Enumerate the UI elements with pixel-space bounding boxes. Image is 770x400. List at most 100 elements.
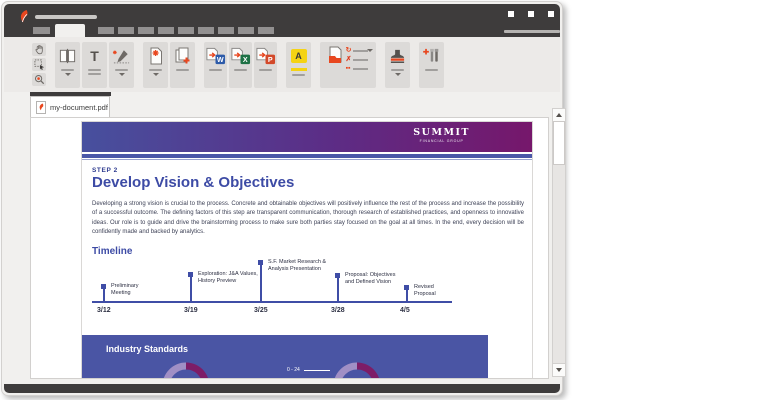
tools-button[interactable] (419, 41, 444, 88)
menu-item-placeholder[interactable] (218, 27, 234, 34)
menu-item-placeholder[interactable] (33, 27, 50, 34)
timeline-milestone-date: 3/12 (97, 307, 111, 314)
document-title: Develop Vision & Objectives (92, 174, 295, 191)
stamp-group (385, 41, 410, 88)
window-control-3[interactable] (548, 11, 554, 17)
menu-item-placeholder[interactable] (238, 27, 254, 34)
toolbar: T W X P A ↻ ✗ ▪▪ (4, 37, 560, 92)
highlight-bar (290, 67, 307, 71)
menu-right-placeholder (504, 30, 560, 33)
hand-tool-button[interactable] (32, 43, 46, 56)
timeline-milestone-label: Proposal: Objectives and Defined Vision (345, 272, 396, 286)
header-stripe (82, 154, 532, 158)
scroll-down-button[interactable] (553, 363, 565, 376)
document-paragraph: Developing a strong vision is crucial to… (92, 201, 524, 235)
pdf-editor-window: T W X P A ↻ ✗ ▪▪ my-document.pdf SUMMIT … (1, 1, 566, 396)
menu-item-placeholder[interactable] (138, 27, 154, 34)
industry-standards-panel: Industry Standards 0 - 24 (82, 335, 488, 378)
page-header-banner: SUMMIT FINANCIAL GROUP (82, 122, 532, 152)
brand-name: SUMMIT (413, 127, 470, 138)
menu-item-placeholder[interactable] (198, 27, 214, 34)
pages-plus-icon (174, 46, 192, 66)
timeline-axis (92, 301, 452, 303)
export-word-button[interactable]: W (204, 41, 227, 88)
legend-line (303, 369, 330, 371)
export-powerpoint-icon: P (255, 46, 276, 66)
menu-item-placeholder[interactable] (178, 27, 194, 34)
pdf-file-icon (36, 100, 46, 114)
create-pdf-button[interactable] (143, 41, 168, 88)
export-powerpoint-button[interactable]: P (254, 41, 277, 88)
timeline-milestone-date: 4/5 (400, 307, 410, 314)
scrollbar-thumb[interactable] (553, 121, 565, 165)
timeline-chart: Preliminary Meeting 3/12 Exploration: J&A… (92, 258, 464, 318)
review-list-icon: ↻ ✗ ▪▪ (346, 47, 369, 72)
svg-text:W: W (217, 55, 224, 63)
menu-item-placeholder[interactable] (158, 27, 174, 34)
page-starburst-icon (147, 46, 165, 66)
highlight-icon: A (290, 48, 307, 63)
select-tool-button[interactable] (32, 58, 46, 71)
window-controls (508, 11, 554, 17)
illustration-canvas: T W X P A ↻ ✗ ▪▪ my-document.pdf SUMMIT … (0, 0, 770, 400)
active-menu-tab[interactable] (55, 24, 85, 37)
page-folder-icon (328, 46, 342, 63)
donut-legend: 0 - 24 (287, 367, 330, 373)
document-viewer: SUMMIT FINANCIAL GROUP STEP 2 Develop Vi… (30, 117, 549, 379)
fill-sign-button[interactable] (109, 41, 134, 88)
donut-chart-left (162, 362, 210, 378)
timeline-milestone-stem (258, 260, 263, 301)
hand-icon (35, 45, 43, 55)
brand-tagline: FINANCIAL GROUP (419, 139, 464, 143)
brand-logo: SUMMIT FINANCIAL GROUP (413, 127, 470, 144)
create-group (143, 41, 195, 88)
window-control-2[interactable] (528, 11, 534, 17)
highlight-group: A (286, 41, 311, 88)
pdf-page: SUMMIT FINANCIAL GROUP STEP 2 Develop Vi… (81, 121, 533, 378)
timeline-milestone-stem (404, 285, 409, 301)
timeline-milestone-label: Revised Proposal (414, 284, 436, 298)
page-view-button[interactable] (55, 41, 80, 88)
view-edit-group: T (55, 41, 134, 88)
content-area: my-document.pdf SUMMIT FINANCIAL GROUP S… (4, 92, 566, 384)
window-control-1[interactable] (508, 11, 514, 17)
document-tab-label: my-document.pdf (50, 102, 108, 112)
zoom-tool-button[interactable] (32, 73, 46, 86)
review-group: ↻ ✗ ▪▪ (320, 41, 376, 88)
stamp-button[interactable] (385, 41, 410, 88)
tools-group (419, 41, 444, 88)
document-tab[interactable]: my-document.pdf (30, 96, 110, 117)
timeline-milestone-label: Preliminary Meeting (111, 283, 139, 297)
organize-review-button[interactable]: ↻ ✗ ▪▪ (320, 41, 376, 88)
combine-files-button[interactable] (170, 41, 195, 88)
titlebar (4, 4, 560, 37)
menu-item-placeholder[interactable] (118, 27, 134, 34)
edit-text-button[interactable]: T (82, 41, 107, 88)
tool-column (32, 43, 46, 86)
export-excel-icon: X (230, 46, 251, 66)
timeline-milestone-stem (335, 273, 340, 301)
menu-item-placeholder[interactable] (258, 27, 274, 34)
header-stripe-thin (82, 159, 532, 160)
timeline-milestone-date: 3/28 (331, 307, 345, 314)
window-title-placeholder (35, 15, 97, 19)
industry-heading: Industry Standards (106, 344, 189, 354)
menu-item-placeholder[interactable] (98, 27, 114, 34)
window-bottom-bar (4, 384, 560, 393)
donut-chart-right (333, 362, 381, 378)
timeline-milestone-label: S.F. Market Research & Analysis Presentat… (268, 259, 327, 273)
text-tool-icon: T (90, 47, 99, 64)
stamp-icon (389, 46, 406, 66)
down-arrow-icon (556, 368, 562, 372)
vertical-scrollbar[interactable] (552, 108, 566, 377)
export-group: W X P (204, 41, 277, 88)
timeline-milestone-label: Exploration: J&A Values, History Preview (198, 271, 258, 285)
facing-pages-icon (58, 46, 77, 66)
timeline-milestone-date: 3/25 (254, 307, 268, 314)
svg-text:X: X (243, 55, 248, 63)
timeline-milestone-date: 3/19 (184, 307, 198, 314)
timeline-heading: Timeline (92, 246, 133, 257)
legend-label: 0 - 24 (287, 367, 300, 373)
highlight-button[interactable]: A (286, 41, 311, 88)
export-excel-button[interactable]: X (229, 41, 252, 88)
